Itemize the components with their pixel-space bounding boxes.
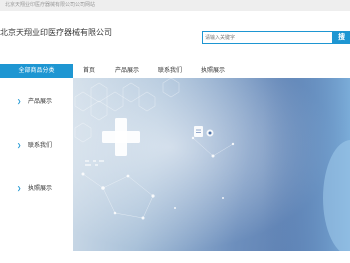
category-sidebar: ❯ 产品展示 ❯ 联系我们 ❯ 执照展示 bbox=[0, 78, 73, 251]
document-icon bbox=[194, 126, 203, 137]
nav-item-contact[interactable]: 联系我们 bbox=[158, 64, 182, 78]
search-box bbox=[202, 31, 333, 44]
nav-item-home[interactable]: 首页 bbox=[83, 64, 95, 78]
chevron-right-icon: ❯ bbox=[17, 186, 22, 192]
top-bar-text: 北京天翔业印医疗器械有限公司公司网站 bbox=[5, 2, 96, 8]
nav-item-license[interactable]: 执照展示 bbox=[201, 64, 225, 78]
network-hub-icon bbox=[206, 129, 214, 137]
top-bar: 北京天翔业印医疗器械有限公司公司网站 bbox=[0, 0, 350, 11]
main-nav: 全部商品分类 首页 产品展示 联系我们 执照展示 bbox=[0, 64, 350, 78]
sidebar-item-label: 执照展示 bbox=[28, 185, 53, 192]
sidebar-item-products[interactable]: ❯ 产品展示 bbox=[0, 95, 73, 115]
chevron-right-icon: ❯ bbox=[17, 143, 22, 149]
all-categories-button[interactable]: 全部商品分类 bbox=[0, 64, 73, 78]
medical-network-illustration bbox=[73, 78, 350, 251]
footer-strip bbox=[0, 251, 350, 263]
company-name: 北京天翔业印医疗器械有限公司 bbox=[0, 28, 112, 37]
search-button[interactable]: 搜 bbox=[333, 31, 350, 44]
nav-item-products[interactable]: 产品展示 bbox=[115, 64, 139, 78]
sidebar-item-label: 产品展示 bbox=[28, 98, 53, 105]
chevron-right-icon: ❯ bbox=[17, 99, 22, 105]
sidebar-item-license[interactable]: ❯ 执照展示 bbox=[0, 182, 73, 202]
sidebar-item-contact[interactable]: ❯ 联系我们 bbox=[0, 139, 73, 159]
page: 北京天翔业印医疗器械有限公司公司网站 北京天翔业印医疗器械有限公司 搜 全部商品… bbox=[0, 0, 350, 263]
search-input[interactable] bbox=[203, 32, 332, 43]
hero-banner bbox=[73, 78, 350, 251]
sidebar-item-label: 联系我们 bbox=[28, 142, 53, 149]
